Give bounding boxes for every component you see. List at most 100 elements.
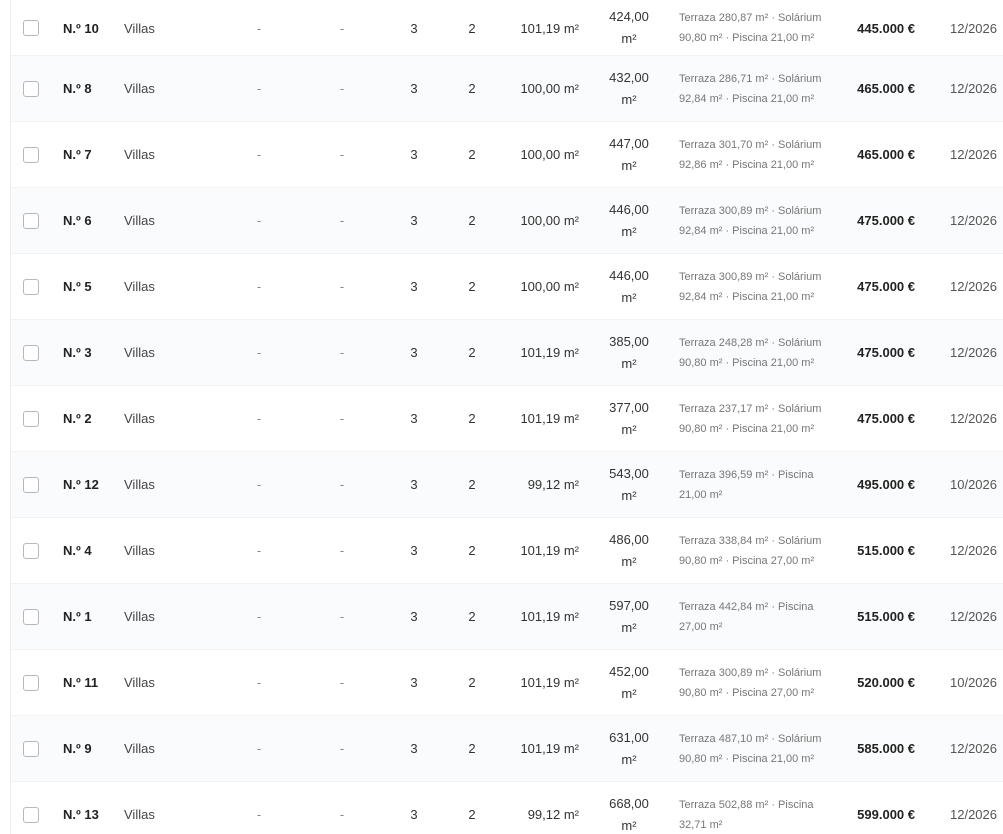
extras-value: Terraza 248,28 m² · Solárium 90,80 m² · … [679,336,822,369]
table-row[interactable]: N.º 6 Villas - - 3 2 100,00 m² 446,00 m² Terraza… [11,188,1003,254]
extras-value: Terraza 502,88 m² · Piscina 32,71 m² [679,798,814,831]
unit-number: N.º 5 [63,279,92,294]
plot-area-value: 631,00 m² [609,729,649,767]
unit-type: Villas [124,147,155,162]
table-row[interactable]: N.º 8 Villas - - 3 2 100,00 m² 432,00 m² Terraza… [11,56,1003,122]
row-checkbox[interactable] [23,476,39,493]
extras-value: Terraza 300,89 m² · Solárium 92,84 m² · … [679,270,822,303]
row-checkbox[interactable] [23,608,39,625]
row-select-cell [23,584,43,649]
table-row[interactable]: N.º 2 Villas - - 3 2 101,19 m² 377,00 m² Terraza… [11,386,1003,452]
row-select-cell [23,782,43,834]
extras-value: Terraza 286,71 m² · Solárium 92,84 m² · … [679,72,822,105]
delivery-date-value: 12/2026 [950,741,997,756]
row-select-cell [23,254,43,319]
bedrooms-value: 3 [410,213,418,228]
unit-type: Villas [124,477,155,492]
col-a-value: - [256,543,262,558]
unit-type: Villas [124,741,155,756]
table-row[interactable]: N.º 3 Villas - - 3 2 101,19 m² 385,00 m² Terraza… [11,320,1003,386]
row-checkbox[interactable] [23,344,39,361]
row-select-cell [23,56,43,121]
table-row[interactable]: N.º 12 Villas - - 3 2 99,12 m² 543,00 m² Terraza… [11,452,1003,518]
extras-value: Terraza 237,17 m² · Solárium 90,80 m² · … [679,402,822,435]
built-area-value: 99,12 m² [527,477,579,492]
delivery-date-value: 12/2026 [950,213,997,228]
table-row[interactable]: N.º 10 Villas - - 3 2 101,19 m² 424,00 m² Terraz… [11,0,1003,56]
row-checkbox[interactable] [23,212,39,229]
bedrooms-value: 3 [410,609,418,624]
bathrooms-value: 2 [468,20,476,36]
col-a-value: - [256,477,262,492]
plot-area-value: 447,00 m² [609,135,649,173]
built-area-value: 100,00 m² [520,147,579,162]
price-value: 515.000 € [857,543,915,558]
unit-type: Villas [124,213,155,228]
col-a-value: - [256,609,262,624]
row-checkbox[interactable] [23,542,39,559]
col-b-value: - [339,675,345,690]
table-row[interactable]: N.º 11 Villas - - 3 2 101,19 m² 452,00 m² Terraz… [11,650,1003,716]
bathrooms-value: 2 [468,213,476,228]
col-b-value: - [339,81,345,96]
bedrooms-value: 3 [410,741,418,756]
price-value: 520.000 € [857,675,915,690]
table-row[interactable]: N.º 9 Villas - - 3 2 101,19 m² 631,00 m² Terraza… [11,716,1003,782]
row-checkbox[interactable] [23,674,39,691]
plot-area-value: 597,00 m² [609,597,649,635]
plot-area-value: 452,00 m² [609,663,649,701]
delivery-date-value: 12/2026 [950,411,997,426]
col-b-value: - [339,279,345,294]
unit-number: N.º 4 [63,543,92,558]
extras-value: Terraza 300,89 m² · Solárium 90,80 m² · … [679,666,822,699]
price-value: 515.000 € [857,609,915,624]
row-checkbox[interactable] [23,20,39,36]
col-a-value: - [256,807,262,822]
table-row[interactable]: N.º 7 Villas - - 3 2 100,00 m² 447,00 m² Terraza… [11,122,1003,188]
row-select-cell [23,122,43,187]
delivery-date-value: 10/2026 [950,675,997,690]
bedrooms-value: 3 [410,81,418,96]
row-checkbox[interactable] [23,806,39,823]
bedrooms-value: 3 [410,411,418,426]
delivery-date-value: 12/2026 [950,279,997,294]
table-row[interactable]: N.º 4 Villas - - 3 2 101,19 m² 486,00 m² Terraza… [11,518,1003,584]
unit-number: N.º 11 [63,675,99,690]
price-value: 585.000 € [857,741,915,756]
plot-area-value: 377,00 m² [609,399,649,437]
row-select-cell [23,518,43,583]
built-area-value: 101,19 m² [520,411,579,426]
extras-value: Terraza 280,87 m² · Solárium 90,80 m² · … [679,12,822,44]
bathrooms-value: 2 [468,807,476,822]
unit-type: Villas [124,675,155,690]
table-row[interactable]: N.º 13 Villas - - 3 2 99,12 m² 668,00 m² Terraza… [11,782,1003,834]
delivery-date-value: 12/2026 [950,20,997,36]
unit-number: N.º 13 [63,807,99,822]
bathrooms-value: 2 [468,609,476,624]
col-a-value: - [256,20,262,36]
delivery-date-value: 12/2026 [950,147,997,162]
bedrooms-value: 3 [410,543,418,558]
unit-type: Villas [124,543,155,558]
row-checkbox[interactable] [23,410,39,427]
bedrooms-value: 3 [410,279,418,294]
unit-number: N.º 9 [63,741,92,756]
col-a-value: - [256,675,262,690]
row-checkbox[interactable] [23,80,39,97]
row-checkbox[interactable] [23,146,39,163]
col-a-value: - [256,741,262,756]
bedrooms-value: 3 [410,477,418,492]
row-checkbox[interactable] [23,278,39,295]
row-select-cell [23,386,43,451]
built-area-value: 101,19 m² [520,609,579,624]
row-checkbox[interactable] [23,740,39,757]
built-area-value: 100,00 m² [520,279,579,294]
bathrooms-value: 2 [468,411,476,426]
price-value: 475.000 € [857,279,915,294]
bathrooms-value: 2 [468,741,476,756]
table-row[interactable]: N.º 1 Villas - - 3 2 101,19 m² 597,00 m² Terraza… [11,584,1003,650]
col-a-value: - [256,279,262,294]
table-row[interactable]: N.º 5 Villas - - 3 2 100,00 m² 446,00 m² Terraza… [11,254,1003,320]
col-a-value: - [256,411,262,426]
built-area-value: 101,19 m² [520,20,579,36]
